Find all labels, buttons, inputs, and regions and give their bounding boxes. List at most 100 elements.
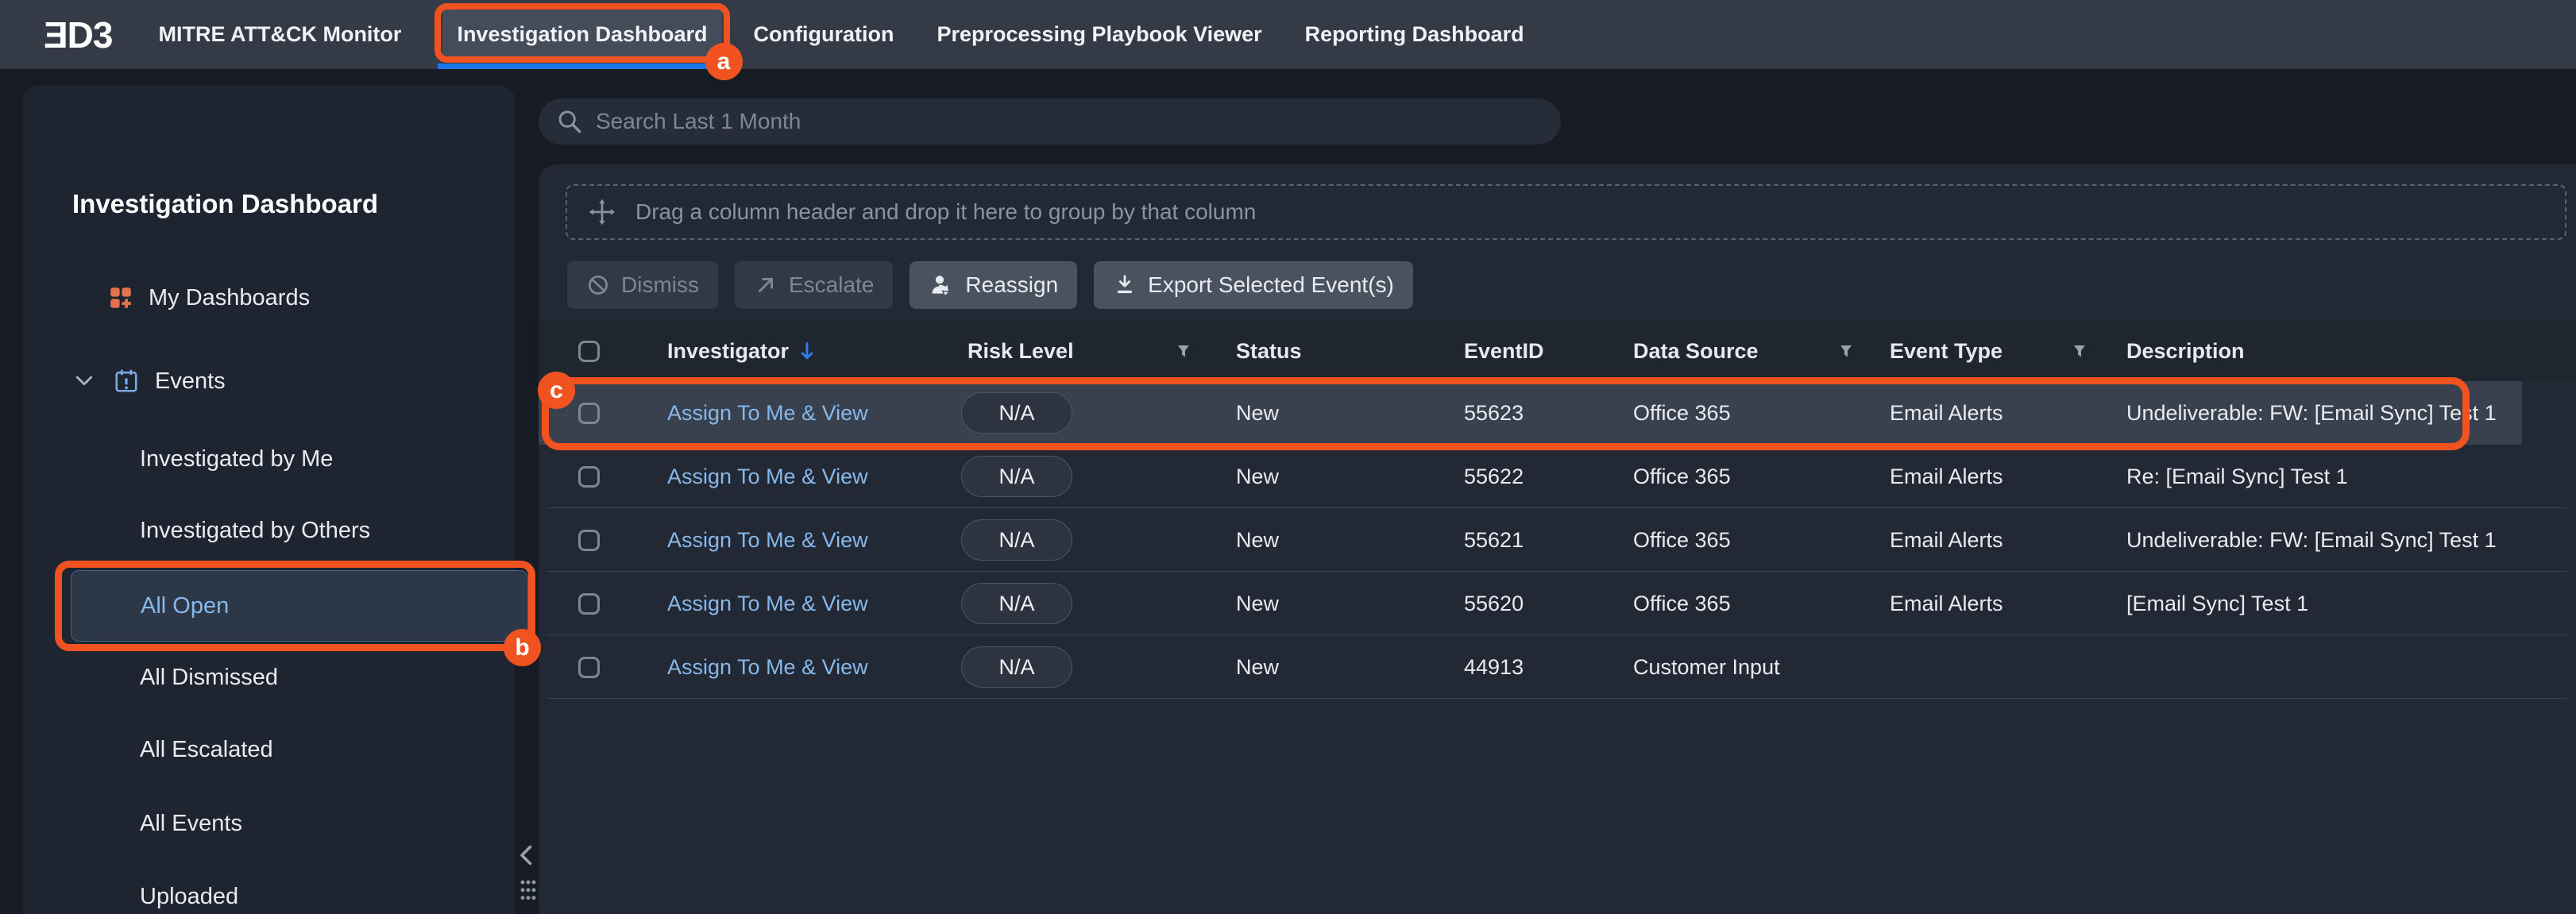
risk-level-badge: N/A [961, 456, 1072, 497]
reassign-button[interactable]: Reassign [910, 261, 1077, 309]
eventid-value: 55623 [1464, 381, 1524, 445]
column-header-event-type[interactable]: Event Type [1890, 322, 2002, 381]
row-checkbox[interactable] [578, 466, 600, 488]
nav-item-preprocessing-playbook-viewer[interactable]: Preprocessing Playbook Viewer [937, 22, 1261, 47]
event-type-value: Email Alerts [1890, 445, 2003, 508]
search-bar [539, 98, 1561, 145]
annotation-badge-a: a [705, 43, 743, 80]
sidebar-title: Investigation Dashboard [72, 189, 378, 219]
event-type-value: Email Alerts [1890, 572, 2003, 635]
grid-toolbar: Dismiss Escalate [567, 261, 1413, 309]
sidebar-group-events[interactable]: Events [23, 345, 515, 417]
button-label: Dismiss [621, 272, 699, 298]
export-selected-events-button[interactable]: Export Selected Event(s) [1094, 261, 1413, 309]
assign-to-me-link[interactable]: Assign To Me & View [667, 655, 868, 680]
data-source-value: Office 365 [1633, 445, 1731, 508]
sidebar: Investigation Dashboard My Dashboards [23, 86, 515, 914]
assign-to-me-link[interactable]: Assign To Me & View [667, 592, 868, 616]
event-type-filter-icon[interactable] [2070, 322, 2089, 381]
table-row[interactable]: Assign To Me & View N/A New 55621 Office… [539, 508, 2576, 572]
dismiss-button[interactable]: Dismiss [567, 261, 718, 309]
sidebar-item-label: My Dashboards [149, 285, 310, 311]
risk-level-filter-icon[interactable] [1174, 322, 1193, 381]
button-label: Escalate [789, 272, 874, 298]
data-source-filter-icon[interactable] [1836, 322, 1856, 381]
description-value: Re: [Email Sync] Test 1 [2126, 445, 2348, 508]
risk-level-badge: N/A [961, 583, 1072, 624]
sidebar-item-all-events[interactable]: All Events [71, 788, 528, 859]
sidebar-item-all-dismissed[interactable]: All Dismissed [71, 642, 528, 713]
select-all-checkbox-cell [578, 322, 600, 381]
nav-item-reporting-dashboard[interactable]: Reporting Dashboard [1305, 22, 1524, 47]
table-row[interactable]: Assign To Me & View N/A New 55623 Office… [539, 381, 2522, 445]
app-window: ƎD3 MITRE ATT&CK Monitor Investigation D… [0, 0, 2576, 914]
column-header-risk-level[interactable]: Risk Level [967, 322, 1074, 381]
nav-item-label: Investigation Dashboard [457, 22, 707, 46]
sidebar-item-investigated-by-others[interactable]: Investigated by Others [71, 495, 528, 566]
description-value: Undeliverable: FW: [Email Sync] Test 1 [2126, 508, 2497, 572]
sidebar-group-label: Events [155, 368, 226, 395]
d3-logo: ƎD3 [44, 13, 112, 56]
nav-item-investigation-dashboard[interactable]: Investigation Dashboard a [442, 7, 721, 62]
reassign-user-icon [929, 272, 954, 298]
column-header-data-source[interactable]: Data Source [1633, 322, 1759, 381]
assign-to-me-link[interactable]: Assign To Me & View [667, 401, 868, 426]
risk-level-badge: N/A [961, 392, 1072, 434]
data-source-value: Office 365 [1633, 572, 1731, 635]
data-source-value: Customer Input [1633, 635, 1780, 699]
risk-level-badge: N/A [961, 646, 1072, 688]
chevron-down-icon[interactable] [72, 369, 96, 393]
button-label: Export Selected Event(s) [1148, 272, 1394, 298]
status-value: New [1236, 508, 1279, 572]
sidebar-item-investigated-by-me[interactable]: Investigated by Me [71, 423, 528, 495]
eventid-value: 55620 [1464, 572, 1524, 635]
nav-item-mitre-attck-monitor[interactable]: MITRE ATT&CK Monitor [158, 22, 401, 47]
sidebar-item-all-escalated[interactable]: All Escalated [71, 714, 528, 785]
group-by-drop-zone[interactable]: Drag a column header and drop it here to… [566, 184, 2566, 240]
data-source-value: Office 365 [1633, 508, 1731, 572]
table-row[interactable]: Assign To Me & View N/A New 55620 Office… [539, 572, 2576, 635]
column-header-investigator[interactable]: Investigator [667, 322, 816, 381]
sidebar-resize-grip[interactable] [518, 877, 539, 914]
select-all-checkbox[interactable] [578, 341, 600, 362]
assign-to-me-link[interactable]: Assign To Me & View [667, 528, 868, 553]
sidebar-item-my-dashboards[interactable]: My Dashboards [23, 262, 515, 334]
status-value: New [1236, 572, 1279, 635]
nav-item-configuration[interactable]: Configuration [754, 22, 894, 47]
description-value: [Email Sync] Test 1 [2126, 572, 2308, 635]
search-input[interactable] [596, 109, 1550, 134]
row-checkbox[interactable] [578, 593, 600, 615]
sidebar-collapse-icon[interactable] [516, 843, 537, 871]
event-type-value: Email Alerts [1890, 381, 2003, 445]
sidebar-item-all-open[interactable]: All Open b [71, 570, 528, 642]
column-header-status[interactable]: Status [1236, 322, 1302, 381]
move-icon [588, 198, 616, 226]
event-type-value: Email Alerts [1890, 508, 2003, 572]
button-label: Reassign [965, 272, 1058, 298]
table-row[interactable]: Assign To Me & View N/A New 55622 Office… [539, 445, 2576, 508]
download-icon [1113, 273, 1137, 297]
row-checkbox[interactable] [578, 403, 600, 424]
row-divider [546, 698, 2566, 699]
risk-level-badge: N/A [961, 519, 1072, 561]
assign-to-me-link[interactable]: Assign To Me & View [667, 465, 868, 489]
eventid-value: 55621 [1464, 508, 1524, 572]
row-checkbox[interactable] [578, 530, 600, 551]
eventid-value: 55622 [1464, 445, 1524, 508]
escalate-button[interactable]: Escalate [735, 261, 893, 309]
row-checkbox[interactable] [578, 657, 600, 678]
events-grid-panel: Drag a column header and drop it here to… [539, 164, 2576, 914]
table-header-row: Investigator Risk Level Status EventID D… [539, 322, 2576, 381]
table-body: Assign To Me & View N/A New 55623 Office… [539, 381, 2576, 914]
sidebar-item-uploaded[interactable]: Uploaded [71, 861, 528, 914]
column-header-description[interactable]: Description [2126, 322, 2245, 381]
sort-descending-icon [798, 341, 816, 362]
table-row[interactable]: Assign To Me & View N/A New 44913 Custom… [539, 635, 2576, 699]
column-label: Investigator [667, 339, 789, 364]
status-value: New [1236, 381, 1279, 445]
column-header-eventid[interactable]: EventID [1464, 322, 1544, 381]
eventid-value: 44913 [1464, 635, 1524, 699]
status-value: New [1236, 445, 1279, 508]
search-icon [556, 108, 583, 135]
annotation-box-b: b [55, 561, 535, 651]
